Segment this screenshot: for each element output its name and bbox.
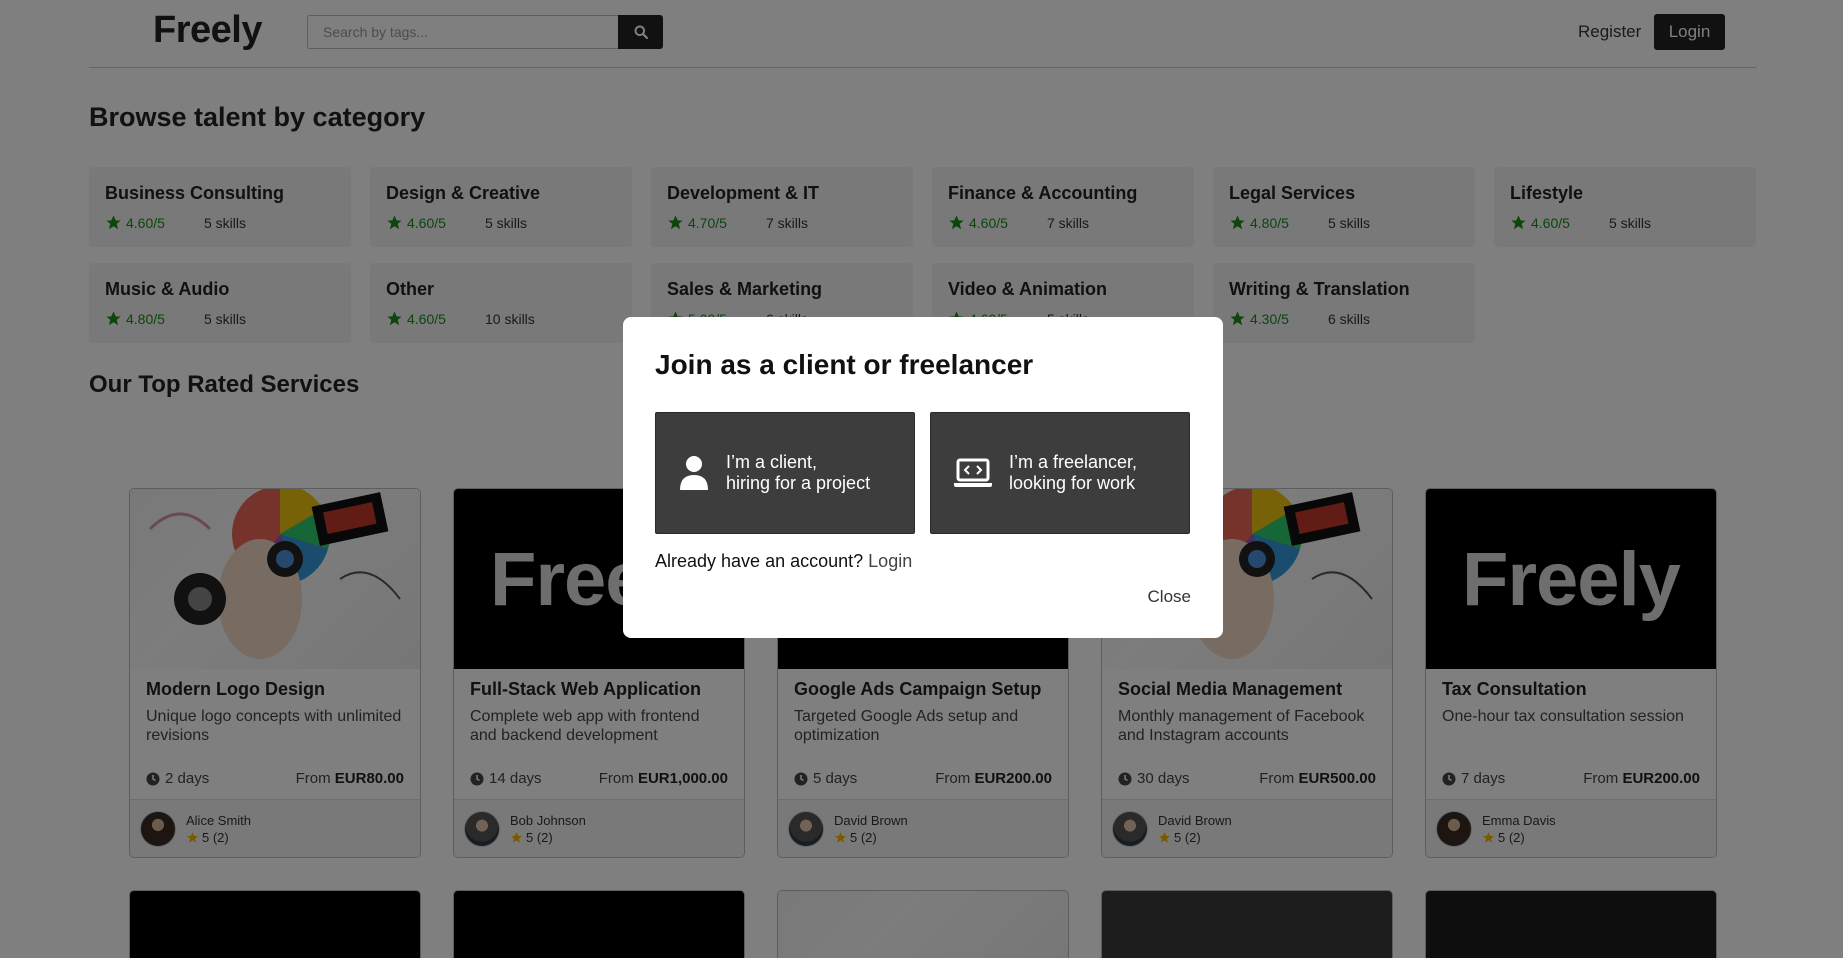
- already-account-text: Already have an account? Login: [655, 551, 912, 572]
- modal-login-link[interactable]: Login: [868, 551, 912, 571]
- freelancer-option-button[interactable]: I’m a freelancer, looking for work: [930, 412, 1190, 534]
- modal-title: Join as a client or freelancer: [655, 349, 1034, 380]
- modal-close-button[interactable]: Close: [1148, 587, 1191, 607]
- user-icon: [680, 456, 708, 490]
- client-option-line2: hiring for a project: [726, 473, 871, 493]
- client-option-line1: I’m a client,: [726, 452, 818, 472]
- join-modal: Join as a client or freelancer I’m a cli…: [623, 317, 1223, 638]
- freelancer-option-line2: looking for work: [1009, 473, 1136, 493]
- laptop-code-icon: [954, 458, 992, 487]
- already-account-label: Already have an account?: [655, 551, 864, 571]
- freelancer-option-line1: I’m a freelancer,: [1009, 452, 1138, 472]
- client-option-button[interactable]: I’m a client, hiring for a project: [655, 412, 915, 534]
